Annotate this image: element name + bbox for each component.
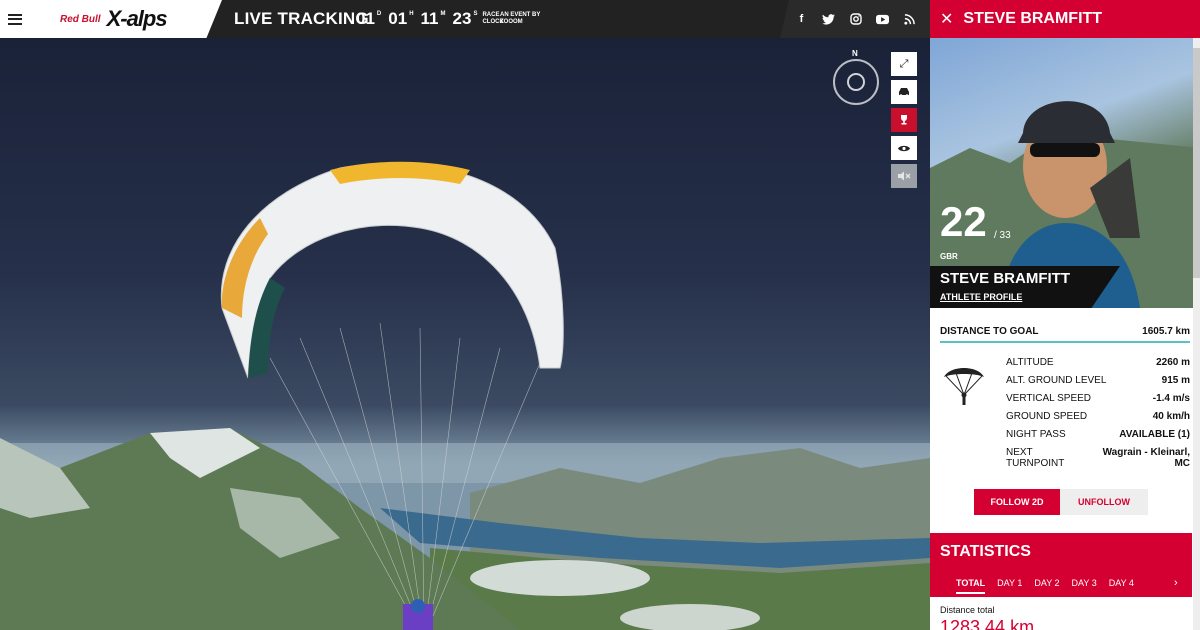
tab-day-4[interactable]: DAY 4 bbox=[1109, 578, 1134, 594]
unfollow-button[interactable]: UNFOLLOW bbox=[1060, 489, 1148, 515]
compass-icon bbox=[847, 73, 865, 91]
athlete-rank-total: / 33 bbox=[994, 230, 1011, 241]
tab-day-2[interactable]: DAY 2 bbox=[1034, 578, 1059, 594]
close-icon[interactable]: ✕ bbox=[940, 9, 953, 29]
statistics-title: STATISTICS bbox=[940, 543, 1031, 560]
race-clock: 01 D 01 H 11 M 23 S RACE CLOCK bbox=[356, 9, 504, 29]
live-tracking-title: LIVE TRACKING bbox=[234, 9, 369, 28]
stat-row: ALTITUDE 2260 m bbox=[1006, 357, 1190, 375]
facebook-icon[interactable]: f bbox=[795, 13, 808, 26]
rss-icon[interactable] bbox=[903, 13, 916, 26]
clock-days: 01 bbox=[356, 9, 375, 28]
logo-area: Red Bull X-alps bbox=[0, 0, 222, 38]
stat-label: NIGHT PASS bbox=[1006, 429, 1066, 440]
statistics-tabs: TOTAL DAY 1 DAY 2 DAY 3 DAY 4 bbox=[956, 578, 1134, 594]
compass-control[interactable] bbox=[833, 59, 879, 105]
compass-north-label: N bbox=[852, 49, 858, 58]
scene-illustration bbox=[0, 161, 930, 630]
distance-total-label: Distance total bbox=[940, 605, 995, 615]
stat-row: VERTICAL SPEED -1.4 m/s bbox=[1006, 393, 1190, 411]
social-links: f bbox=[780, 0, 930, 38]
tab-total[interactable]: TOTAL bbox=[956, 578, 986, 594]
scrollbar-thumb[interactable] bbox=[1193, 48, 1200, 278]
clock-days-unit: D bbox=[376, 11, 382, 17]
stat-row: NIGHT PASS AVAILABLE (1) bbox=[1006, 429, 1190, 447]
stat-value: AVAILABLE (1) bbox=[1119, 429, 1190, 440]
trophy-icon[interactable] bbox=[891, 108, 917, 132]
instagram-icon[interactable] bbox=[849, 13, 862, 26]
distance-total-value: 1283.44 km bbox=[940, 617, 1035, 630]
stat-label: GROUND SPEED bbox=[1006, 411, 1088, 422]
chevron-right-icon[interactable]: › bbox=[1174, 577, 1178, 589]
tab-day-1[interactable]: DAY 1 bbox=[997, 578, 1022, 594]
distance-to-goal-value: 1605.7 km bbox=[1142, 326, 1190, 337]
stat-label: VERTICAL SPEED bbox=[1006, 393, 1092, 404]
tab-day-3[interactable]: DAY 3 bbox=[1072, 578, 1097, 594]
brand-logo[interactable]: Red Bull X-alps bbox=[60, 6, 168, 32]
athlete-name: STEVE BRAMFITT bbox=[940, 270, 1070, 287]
stat-value: Wagrain - Kleinarl, MC bbox=[1102, 447, 1190, 469]
car-icon[interactable] bbox=[891, 80, 917, 104]
follow-2d-button[interactable]: FOLLOW 2D bbox=[974, 489, 1060, 515]
twitter-icon[interactable] bbox=[822, 13, 835, 26]
stat-label: ALT. GROUND LEVEL bbox=[1006, 375, 1107, 386]
athlete-panel: ✕ STEVE BRAMFITT 22 / 33 GBR STEVE BRAMF… bbox=[930, 0, 1200, 630]
stat-value: 915 m bbox=[1161, 375, 1190, 386]
eye-icon[interactable] bbox=[891, 136, 917, 160]
youtube-icon[interactable] bbox=[876, 13, 889, 26]
panel-header: ✕ STEVE BRAMFITT bbox=[930, 0, 1200, 38]
map-control-buttons: ⤢ bbox=[891, 52, 917, 188]
stat-label: NEXT TURNPOINT bbox=[1006, 447, 1065, 469]
statistics-section: STATISTICS TOTAL DAY 1 DAY 2 DAY 3 DAY 4… bbox=[930, 533, 1192, 597]
distance-to-goal-label: DISTANCE TO GOAL bbox=[940, 326, 1039, 337]
top-bar: Red Bull X-alps LIVE TRACKING 01 D 01 H 11… bbox=[0, 0, 930, 38]
clock-minutes: 11 bbox=[420, 9, 439, 28]
athlete-profile-link[interactable]: ATHLETE PROFILE bbox=[940, 292, 1022, 302]
fullscreen-icon[interactable]: ⤢ bbox=[891, 52, 917, 76]
stat-row: GROUND SPEED 40 km/h bbox=[1006, 411, 1190, 429]
stat-value: 2260 m bbox=[1156, 357, 1190, 368]
athlete-rank: 22 bbox=[940, 198, 987, 245]
map-3d-view[interactable]: N ⤢ bbox=[0, 38, 930, 630]
clock-seconds: 23 bbox=[452, 9, 472, 28]
stats-list: ALTITUDE 2260 m ALT. GROUND LEVEL 915 m VE… bbox=[1006, 357, 1190, 473]
follow-buttons: FOLLOW 2D UNFOLLOW bbox=[974, 489, 1200, 515]
stat-row: NEXT TURNPOINT Wagrain - Kleinarl, MC bbox=[1006, 447, 1190, 473]
clock-minutes-unit: M bbox=[440, 11, 446, 17]
panel-scrollbar[interactable] bbox=[1193, 38, 1200, 630]
panel-title: STEVE BRAMFITT bbox=[963, 10, 1103, 27]
clock-hours-unit: H bbox=[409, 11, 414, 17]
stat-row: ALT. GROUND LEVEL 915 m bbox=[1006, 375, 1190, 393]
hamburger-menu-icon[interactable] bbox=[8, 13, 22, 25]
distance-to-goal-row: DISTANCE TO GOAL 1605.7 km bbox=[940, 326, 1190, 343]
stat-value: 40 km/h bbox=[1152, 411, 1190, 422]
clock-seconds-unit: S bbox=[473, 11, 478, 17]
mute-icon[interactable] bbox=[891, 164, 917, 188]
athlete-photo: 22 / 33 GBR STEVE BRAMFITT ATHLETE PROFI… bbox=[930, 38, 1200, 308]
stat-value: -1.4 m/s bbox=[1152, 393, 1190, 404]
paraglider-icon bbox=[944, 368, 984, 405]
brand-large: X-alps bbox=[106, 6, 168, 31]
event-by-label[interactable]: AN EVENT BY ZOOOM bbox=[500, 12, 548, 26]
live-stats: ALTITUDE 2260 m ALT. GROUND LEVEL 915 m VE… bbox=[940, 357, 1190, 473]
brand-small: Red Bull bbox=[60, 13, 101, 25]
stat-label: ALTITUDE bbox=[1006, 357, 1054, 368]
clock-hours: 01 bbox=[388, 9, 408, 28]
athlete-nationality: GBR bbox=[940, 252, 958, 261]
